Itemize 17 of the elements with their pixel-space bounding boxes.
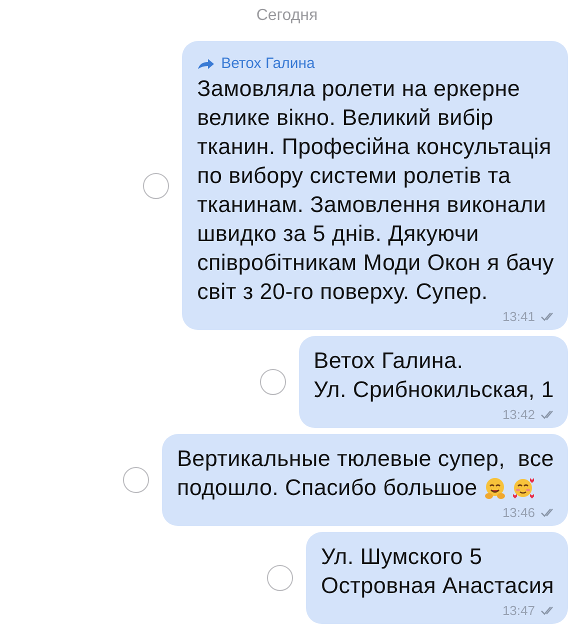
- forwarded-from: Ветох Галина: [221, 55, 315, 72]
- select-circle[interactable]: [260, 369, 286, 395]
- select-circle[interactable]: [122, 467, 149, 493]
- select-circle[interactable]: [143, 172, 170, 198]
- smiling-face-icon: [484, 477, 506, 499]
- message-text: Замовляла ролети на еркерне велике вікно. Великий вибір тканин. Професійна консультація по вибору системи ролетів та тканинам. Замовлення виконали швидко за 5 днів. Дякуючи співробітникам Моди Окон я бачу світ з 20-го поверху. Супер.: [197, 75, 554, 306]
- message-time: 13:47: [502, 603, 535, 618]
- message-time: 13:46: [502, 505, 535, 520]
- message-text: Ветох Галина. Ул. Срибнокильская, 1: [314, 347, 554, 404]
- select-circle[interactable]: [267, 565, 294, 591]
- forward-arrow-icon: [197, 56, 216, 70]
- date-header: Сегодня: [256, 7, 318, 25]
- message-text: Вертикальные тюлевые супер, все подошло. Спасибо большое: [176, 445, 554, 502]
- face-with-hearts-icon: [512, 477, 534, 499]
- message-text: Ул. Шумского 5 Островная Анастасия: [321, 543, 554, 600]
- message-time: 13:42: [502, 407, 535, 422]
- message-time: 13:41: [502, 309, 535, 324]
